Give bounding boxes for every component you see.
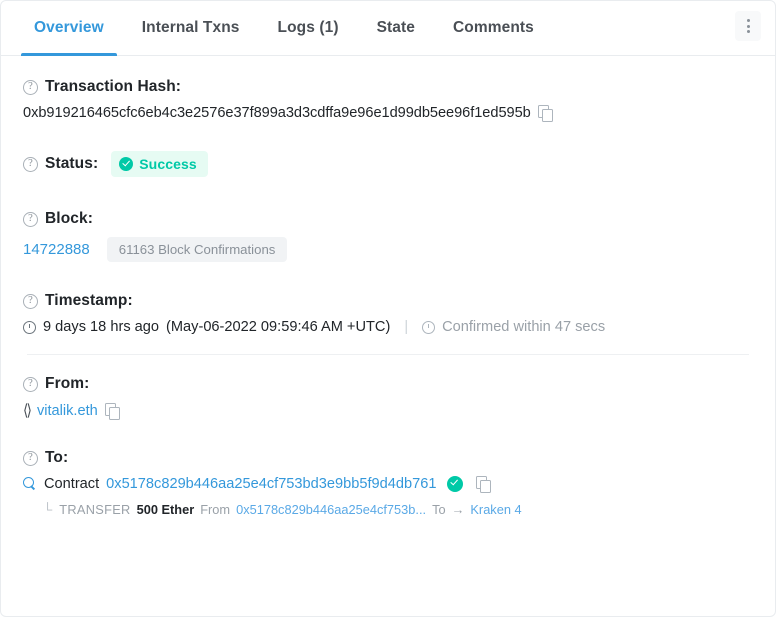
tab-logs-label: Logs (1) bbox=[278, 19, 339, 37]
timestamp-label: Timestamp: bbox=[45, 292, 133, 310]
ens-diamond-icon: ⟨⟩ bbox=[23, 401, 30, 421]
block-confirmations-badge: 61163 Block Confirmations bbox=[107, 237, 288, 262]
transfer-to-name-link[interactable]: Kraken 4 bbox=[470, 502, 521, 517]
tab-bar: Overview Internal Txns Logs (1) State Co… bbox=[1, 1, 775, 56]
transaction-hash-label: Transaction Hash: bbox=[45, 78, 181, 96]
tab-logs[interactable]: Logs (1) bbox=[259, 1, 358, 55]
question-circle-icon[interactable]: ? bbox=[23, 377, 38, 392]
tab-internal-txns[interactable]: Internal Txns bbox=[123, 1, 259, 55]
from-label: From: bbox=[45, 375, 89, 393]
from-address-link[interactable]: vitalik.eth bbox=[37, 403, 98, 419]
to-label: To: bbox=[45, 449, 68, 467]
arrow-right-icon: → bbox=[452, 502, 465, 517]
check-circle-icon bbox=[447, 476, 463, 492]
copy-icon[interactable] bbox=[538, 105, 553, 121]
row-block: ? Block: 14722888 61163 Block Confirmati… bbox=[23, 210, 753, 262]
tab-comments[interactable]: Comments bbox=[434, 1, 553, 55]
transaction-hash-label-group: ? Transaction Hash: bbox=[23, 78, 753, 96]
block-value-group: 14722888 61163 Block Confirmations bbox=[23, 237, 753, 262]
timestamp-value-group: 9 days 18 hrs ago (May-06-2022 09:59:46 … bbox=[23, 319, 753, 335]
to-contract-word: Contract bbox=[44, 476, 99, 492]
tab-overview[interactable]: Overview bbox=[15, 1, 123, 55]
tab-overview-label: Overview bbox=[34, 19, 104, 37]
kebab-dot bbox=[747, 30, 750, 33]
question-circle-icon[interactable]: ? bbox=[23, 80, 38, 95]
to-label-group: ? To: bbox=[23, 449, 753, 467]
transfer-amount: 500 Ether bbox=[137, 502, 195, 517]
timestamp-label-group: ? Timestamp: bbox=[23, 292, 753, 310]
transfer-to-word: To bbox=[432, 502, 446, 517]
more-vertical-icon[interactable] bbox=[735, 11, 761, 41]
status-label-group: ? Status: Success bbox=[23, 151, 753, 177]
clock-icon bbox=[422, 321, 435, 334]
transaction-details-card: Overview Internal Txns Logs (1) State Co… bbox=[0, 0, 776, 617]
timestamp-confirmed-text: Confirmed within 47 secs bbox=[442, 319, 605, 335]
check-circle-icon bbox=[119, 157, 133, 171]
question-circle-icon[interactable]: ? bbox=[23, 212, 38, 227]
transaction-hash-value: 0xb919216465cfc6eb4c3e2576e37f899a3d3cdf… bbox=[23, 105, 531, 121]
row-timestamp: ? Timestamp: 9 days 18 hrs ago (May-06-2… bbox=[23, 292, 753, 335]
to-address-link[interactable]: 0x5178c829b446aa25e4cf753bd3e9bb5f9d4db7… bbox=[106, 476, 436, 492]
kebab-dot bbox=[747, 19, 750, 22]
transfer-from-word: From bbox=[200, 502, 230, 517]
tab-internal-txns-label: Internal Txns bbox=[142, 19, 240, 37]
copy-icon[interactable] bbox=[105, 403, 120, 419]
to-value-group: Contract 0x5178c829b446aa25e4cf753bd3e9b… bbox=[23, 476, 753, 492]
question-circle-icon[interactable]: ? bbox=[23, 157, 38, 172]
row-transaction-hash: ? Transaction Hash: 0xb919216465cfc6eb4c… bbox=[23, 78, 753, 121]
status-badge: Success bbox=[111, 151, 208, 177]
tree-corner-icon: └ bbox=[43, 502, 52, 517]
status-label: Status: bbox=[45, 155, 98, 173]
token-transfer-row: └ TRANSFER 500 Ether From 0x5178c829b446… bbox=[43, 502, 753, 517]
timestamp-separator: | bbox=[404, 319, 408, 335]
block-label-group: ? Block: bbox=[23, 210, 753, 228]
transaction-hash-value-group: 0xb919216465cfc6eb4c3e2576e37f899a3d3cdf… bbox=[23, 105, 753, 121]
row-status: ? Status: Success bbox=[23, 151, 753, 177]
tab-state-label: State bbox=[377, 19, 415, 37]
block-number-link[interactable]: 14722888 bbox=[23, 241, 90, 258]
timestamp-absolute: (May-06-2022 09:59:46 AM +UTC) bbox=[166, 319, 390, 335]
row-from: ? From: ⟨⟩ vitalik.eth bbox=[23, 375, 753, 419]
from-label-group: ? From: bbox=[23, 375, 753, 393]
transfer-from-address-link[interactable]: 0x5178c829b446aa25e4cf753b... bbox=[236, 502, 426, 517]
row-to: ? To: Contract 0x5178c829b446aa25e4cf753… bbox=[23, 449, 753, 517]
clock-icon bbox=[23, 321, 36, 334]
magnifier-icon[interactable] bbox=[23, 477, 37, 491]
question-circle-icon[interactable]: ? bbox=[23, 294, 38, 309]
tab-comments-label: Comments bbox=[453, 19, 534, 37]
kebab-dot bbox=[747, 25, 750, 28]
block-label: Block: bbox=[45, 210, 93, 228]
tab-state[interactable]: State bbox=[358, 1, 434, 55]
status-badge-label: Success bbox=[139, 156, 197, 172]
timestamp-relative: 9 days 18 hrs ago bbox=[43, 319, 159, 335]
overview-panel: ? Transaction Hash: 0xb919216465cfc6eb4c… bbox=[1, 56, 775, 616]
from-value-group: ⟨⟩ vitalik.eth bbox=[23, 402, 753, 419]
question-circle-icon[interactable]: ? bbox=[23, 451, 38, 466]
section-divider bbox=[27, 354, 749, 355]
copy-icon[interactable] bbox=[476, 476, 491, 492]
transfer-label: TRANSFER bbox=[59, 502, 130, 517]
